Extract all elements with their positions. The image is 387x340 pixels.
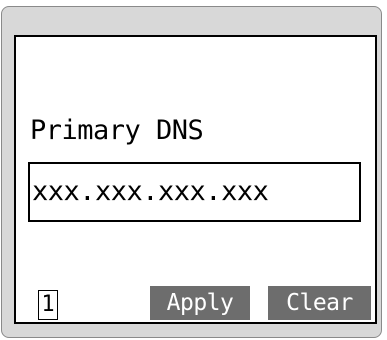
page-number-indicator: 1 [38, 290, 58, 320]
clear-button[interactable]: Clear [268, 286, 371, 320]
apply-button[interactable]: Apply [150, 286, 250, 320]
dns-input-value: xxx.xxx.xxx.xxx [32, 176, 269, 207]
dns-input-field[interactable]: xxx.xxx.xxx.xxx [28, 162, 361, 222]
lcd-screen: Primary DNS xxx.xxx.xxx.xxx 1 Apply Clea… [14, 35, 377, 324]
device-frame: Primary DNS xxx.xxx.xxx.xxx 1 Apply Clea… [1, 6, 382, 338]
field-label: Primary DNS [30, 115, 204, 146]
